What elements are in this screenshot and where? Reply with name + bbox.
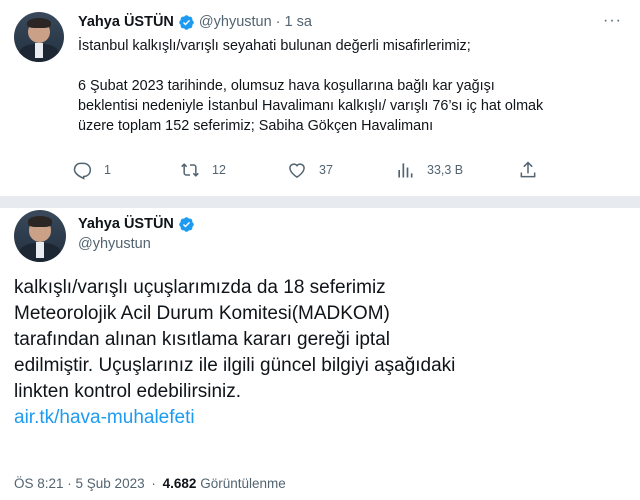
more-options-icon[interactable]: ···: [603, 12, 622, 30]
reply-icon: [73, 162, 92, 180]
tweet-paragraph: İstanbul kalkışlı/varışlı seyahati bulun…: [78, 38, 471, 54]
reply-count: 1: [104, 163, 111, 177]
views-label: Görüntülenme: [200, 476, 286, 491]
tweet-time[interactable]: 1 sa: [285, 14, 312, 30]
divider: [0, 196, 640, 208]
tweet-meta: ÖS 8:21 · 5 Şub 2023 · 4.682 Görüntülenm…: [14, 476, 286, 491]
tweet-paragraph-line: 6 Şubat 2023 tarihinde, olumsuz hava koş…: [78, 78, 495, 94]
tweet-text-line: linkten kontrol edebilirsiniz.: [14, 381, 242, 402]
tweet-text-line: edilmiştir. Uçuşlarınız ile ilgili günce…: [14, 355, 456, 376]
tweet-text-line: Meteorolojik Acil Durum Komitesi(MADKOM): [14, 303, 390, 324]
like-count: 37: [319, 163, 333, 177]
tweet-text-line: tarafından alınan kısıtlama kararı gereğ…: [14, 329, 390, 350]
view-count: 4.682: [162, 476, 197, 491]
retweet-count: 12: [212, 163, 226, 177]
tweet-paragraph-line: üzere toplam 152 seferimiz; Sabiha Gökçe…: [78, 118, 434, 134]
analytics-icon: [398, 163, 413, 178]
share-button[interactable]: [518, 160, 550, 180]
tweet-actions: 1 12 37 33,3 B: [72, 160, 612, 184]
tweet-text-line: kalkışlı/varışlı uçuşlarımızda da 18 sef…: [14, 277, 386, 298]
tweet-link[interactable]: air.tk/hava-muhalefeti: [14, 405, 634, 431]
avatar[interactable]: [14, 210, 66, 262]
separator: ·: [151, 476, 156, 491]
tweet-header: Yahya ÜSTÜN @yhyustun · 1 sa: [78, 12, 312, 32]
author-handle[interactable]: @yhyustun: [78, 236, 151, 252]
heart-icon: [289, 163, 305, 178]
author-name[interactable]: Yahya ÜSTÜN: [78, 14, 174, 30]
separator: ·: [275, 14, 281, 30]
reply-button[interactable]: 1: [72, 160, 111, 180]
retweet-button[interactable]: 12: [180, 160, 226, 180]
verified-badge-icon: [179, 216, 194, 232]
author-name[interactable]: Yahya ÜSTÜN: [78, 216, 174, 232]
share-icon: [520, 161, 536, 178]
verified-badge-icon: [179, 14, 194, 30]
author-handle[interactable]: @yhyustun: [199, 14, 272, 30]
author-name-row: Yahya ÜSTÜN: [78, 214, 199, 234]
views-button[interactable]: 33,3 B: [395, 160, 463, 180]
thread-tweet[interactable]: Yahya ÜSTÜN @yhyustun · 1 sa ··· İstanbu…: [0, 0, 640, 195]
view-count: 33,3 B: [427, 163, 464, 177]
avatar[interactable]: [14, 12, 64, 62]
tweet-text: İstanbul kalkışlı/varışlı seyahati bulun…: [78, 36, 618, 136]
tweet-text: kalkışlı/varışlı uçuşlarımızda da 18 sef…: [14, 275, 634, 431]
like-button[interactable]: 37: [287, 160, 333, 180]
tweet-timestamp[interactable]: ÖS 8:21 · 5 Şub 2023: [14, 476, 145, 491]
retweet-icon: [181, 163, 199, 177]
tweet-paragraph-line: beklentisi nedeniyle İstanbul Havalimanı…: [78, 98, 544, 114]
